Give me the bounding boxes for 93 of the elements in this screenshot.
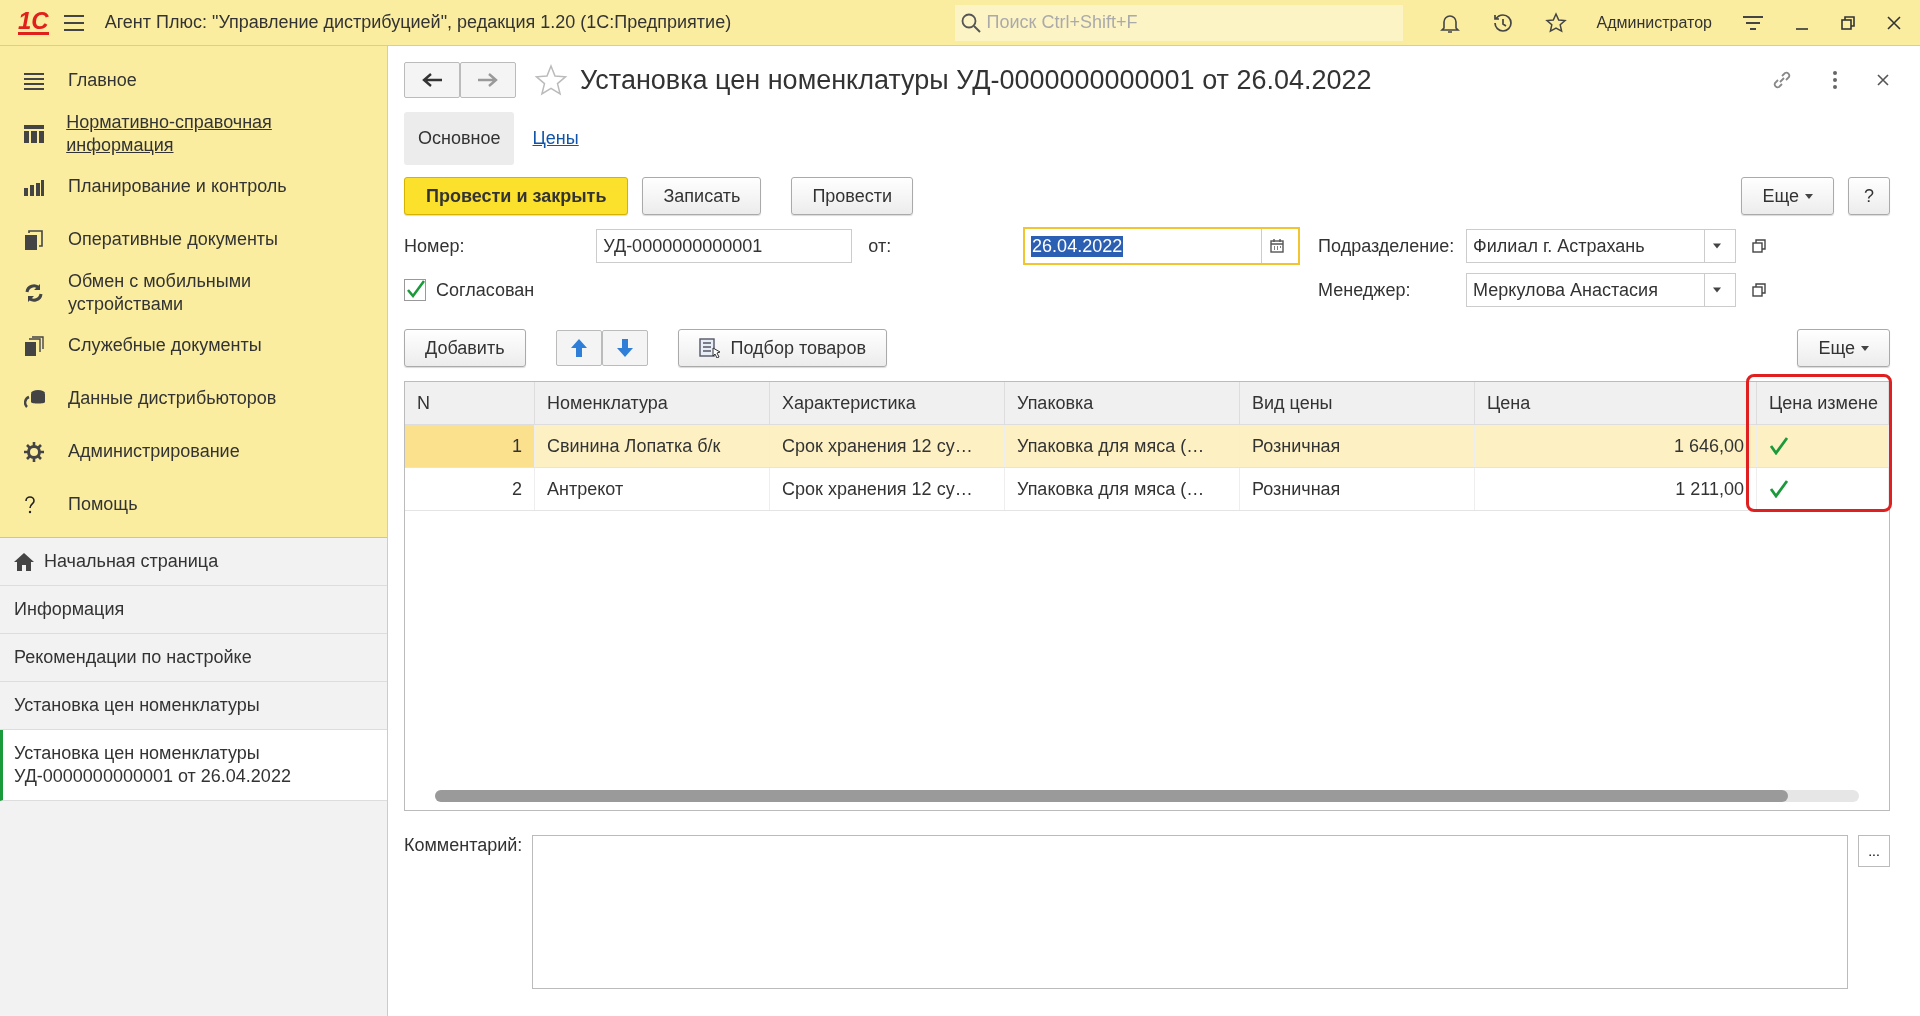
open-editor-button[interactable]: ... [1858, 835, 1890, 867]
close-icon[interactable] [1876, 73, 1890, 87]
table-row[interactable]: 2 Антрекот Срок хранения 12 су… Упаковка для мяса (… Розничная 1 211,00 [405, 468, 1889, 511]
table-cell: Антрекот [535, 468, 770, 510]
list-icon [698, 338, 721, 358]
section-link[interactable]: Главное [68, 69, 137, 92]
column-header[interactable]: Цена измене [1757, 382, 1889, 424]
move-down-button[interactable] [601, 330, 648, 366]
open-window-item[interactable]: Информация [0, 586, 387, 634]
back-button[interactable] [404, 62, 460, 98]
column-header[interactable]: Упаковка [1005, 382, 1240, 424]
horizontal-scrollbar[interactable] [435, 790, 1859, 802]
field-label: Комментарий: [404, 835, 523, 857]
command-button[interactable]: Записать [642, 177, 762, 215]
table-row[interactable]: 1 Свинина Лопатка б/к Срок хранения 12 су… Упаковка для мяса (… Розничная 1 646,00 [405, 425, 1889, 468]
number-field[interactable]: УД-0000000000001 [596, 229, 853, 263]
tab[interactable]: Основное [404, 112, 515, 165]
move-up-button[interactable] [555, 330, 602, 366]
home-icon [14, 552, 34, 571]
table-cell: Розничная [1240, 425, 1475, 467]
right-arrow-icon [478, 73, 498, 87]
table-cell: 1 211,00 [1475, 468, 1757, 510]
search-icon [960, 12, 981, 33]
tab[interactable]: Цены [518, 112, 593, 165]
pick-goods-button[interactable]: Подбор товаров [677, 329, 887, 367]
section-link[interactable]: Служебные документы [68, 334, 262, 357]
caret-icon [1861, 345, 1869, 351]
field-label: от: [868, 235, 893, 257]
post-and-close-button[interactable]: Провести и закрыть [404, 177, 629, 215]
close-icon[interactable] [1886, 14, 1902, 31]
star-icon[interactable] [534, 64, 568, 96]
help-button[interactable]: ? [1848, 177, 1890, 215]
comment-field[interactable] [532, 835, 1849, 989]
column-header[interactable]: Характеристика [770, 382, 1005, 424]
manager-field[interactable]: Меркулова Анастасия [1466, 273, 1737, 307]
menu-icon [24, 71, 44, 90]
field-label: Менеджер: [1318, 279, 1412, 301]
more-button[interactable]: Еще [1741, 177, 1834, 215]
section-link[interactable]: Обмен с мобильными устройствами [67, 269, 371, 316]
open-icon[interactable] [1752, 283, 1767, 297]
division-field[interactable]: Филиал г. Астрахань [1466, 229, 1737, 263]
up-arrow-icon [570, 339, 587, 357]
section-link[interactable]: Администрирование [68, 440, 240, 463]
document-title: Установка цен номенклатуры УД-0000000000001 от 26.04.2022 [580, 64, 1373, 96]
date-field[interactable]: 26.04.2022 [1023, 227, 1301, 265]
command-button[interactable]: Провести [791, 177, 914, 215]
down-arrow-icon [616, 339, 633, 357]
column-header[interactable]: N [405, 382, 535, 424]
column-header[interactable]: Номенклатура [535, 382, 770, 424]
table-cell: 1 646,00 [1475, 425, 1757, 467]
menu-icon[interactable] [62, 13, 85, 32]
documents-icon [24, 335, 44, 356]
checkbox[interactable] [404, 279, 426, 301]
section-link[interactable]: Данные дистрибьюторов [68, 387, 277, 410]
checkbox-label[interactable]: Согласован [436, 279, 535, 301]
bar-chart-icon [24, 177, 44, 196]
table-cell: Срок хранения 12 су… [770, 425, 1005, 467]
field-label: Номер: [404, 235, 466, 257]
documents-icon [24, 229, 44, 250]
open-icon[interactable] [1752, 239, 1767, 253]
columns-icon [24, 124, 44, 143]
open-window-item[interactable]: Рекомендации по настройке [0, 634, 387, 682]
table-cell: Розничная [1240, 468, 1475, 510]
caret-icon [1805, 193, 1813, 199]
database-icon [24, 388, 46, 409]
table-cell: 2 [405, 468, 535, 510]
search-field[interactable]: Поиск Ctrl+Shift+F [954, 4, 1403, 41]
table-cell: Срок хранения 12 су… [770, 468, 1005, 510]
table-cell: Упаковка для мяса (… [1005, 468, 1240, 510]
star-icon[interactable] [1544, 11, 1567, 34]
more-vertical-icon[interactable] [1832, 70, 1838, 90]
section-link[interactable]: Нормативно-справочная информация [66, 110, 371, 157]
sync-icon [24, 282, 44, 303]
table-cell: Упаковка для мяса (… [1005, 425, 1240, 467]
window-title: Агент Плюс: "Управление дистрибуцией", редакция 1.20 (1С:Предприятие) [104, 12, 732, 33]
left-arrow-icon [422, 73, 442, 87]
section-link[interactable]: Оперативные документы [68, 228, 279, 251]
more-button[interactable]: Еще [1797, 329, 1890, 367]
table-cell: 1 [405, 425, 535, 467]
user-name[interactable]: Администратор [1596, 13, 1712, 32]
open-window-item[interactable]: Установка цен номенклатуры УД-0000000000001 от 26.04.2022 [0, 730, 387, 801]
field-label: Подразделение: [1318, 235, 1456, 257]
add-button[interactable]: Добавить [404, 329, 526, 367]
app-logo[interactable]: 1С [18, 10, 49, 35]
section-link[interactable]: Помощь [68, 493, 138, 516]
restore-icon[interactable] [1840, 14, 1856, 31]
column-header[interactable]: Цена [1475, 382, 1757, 424]
open-window-item[interactable]: Начальная страница [0, 538, 387, 586]
column-header[interactable]: Вид цены [1240, 382, 1475, 424]
help-icon [24, 495, 36, 514]
gear-icon [24, 441, 44, 462]
section-link[interactable]: Планирование и контроль [68, 175, 287, 198]
table-cell: Свинина Лопатка б/к [535, 425, 770, 467]
